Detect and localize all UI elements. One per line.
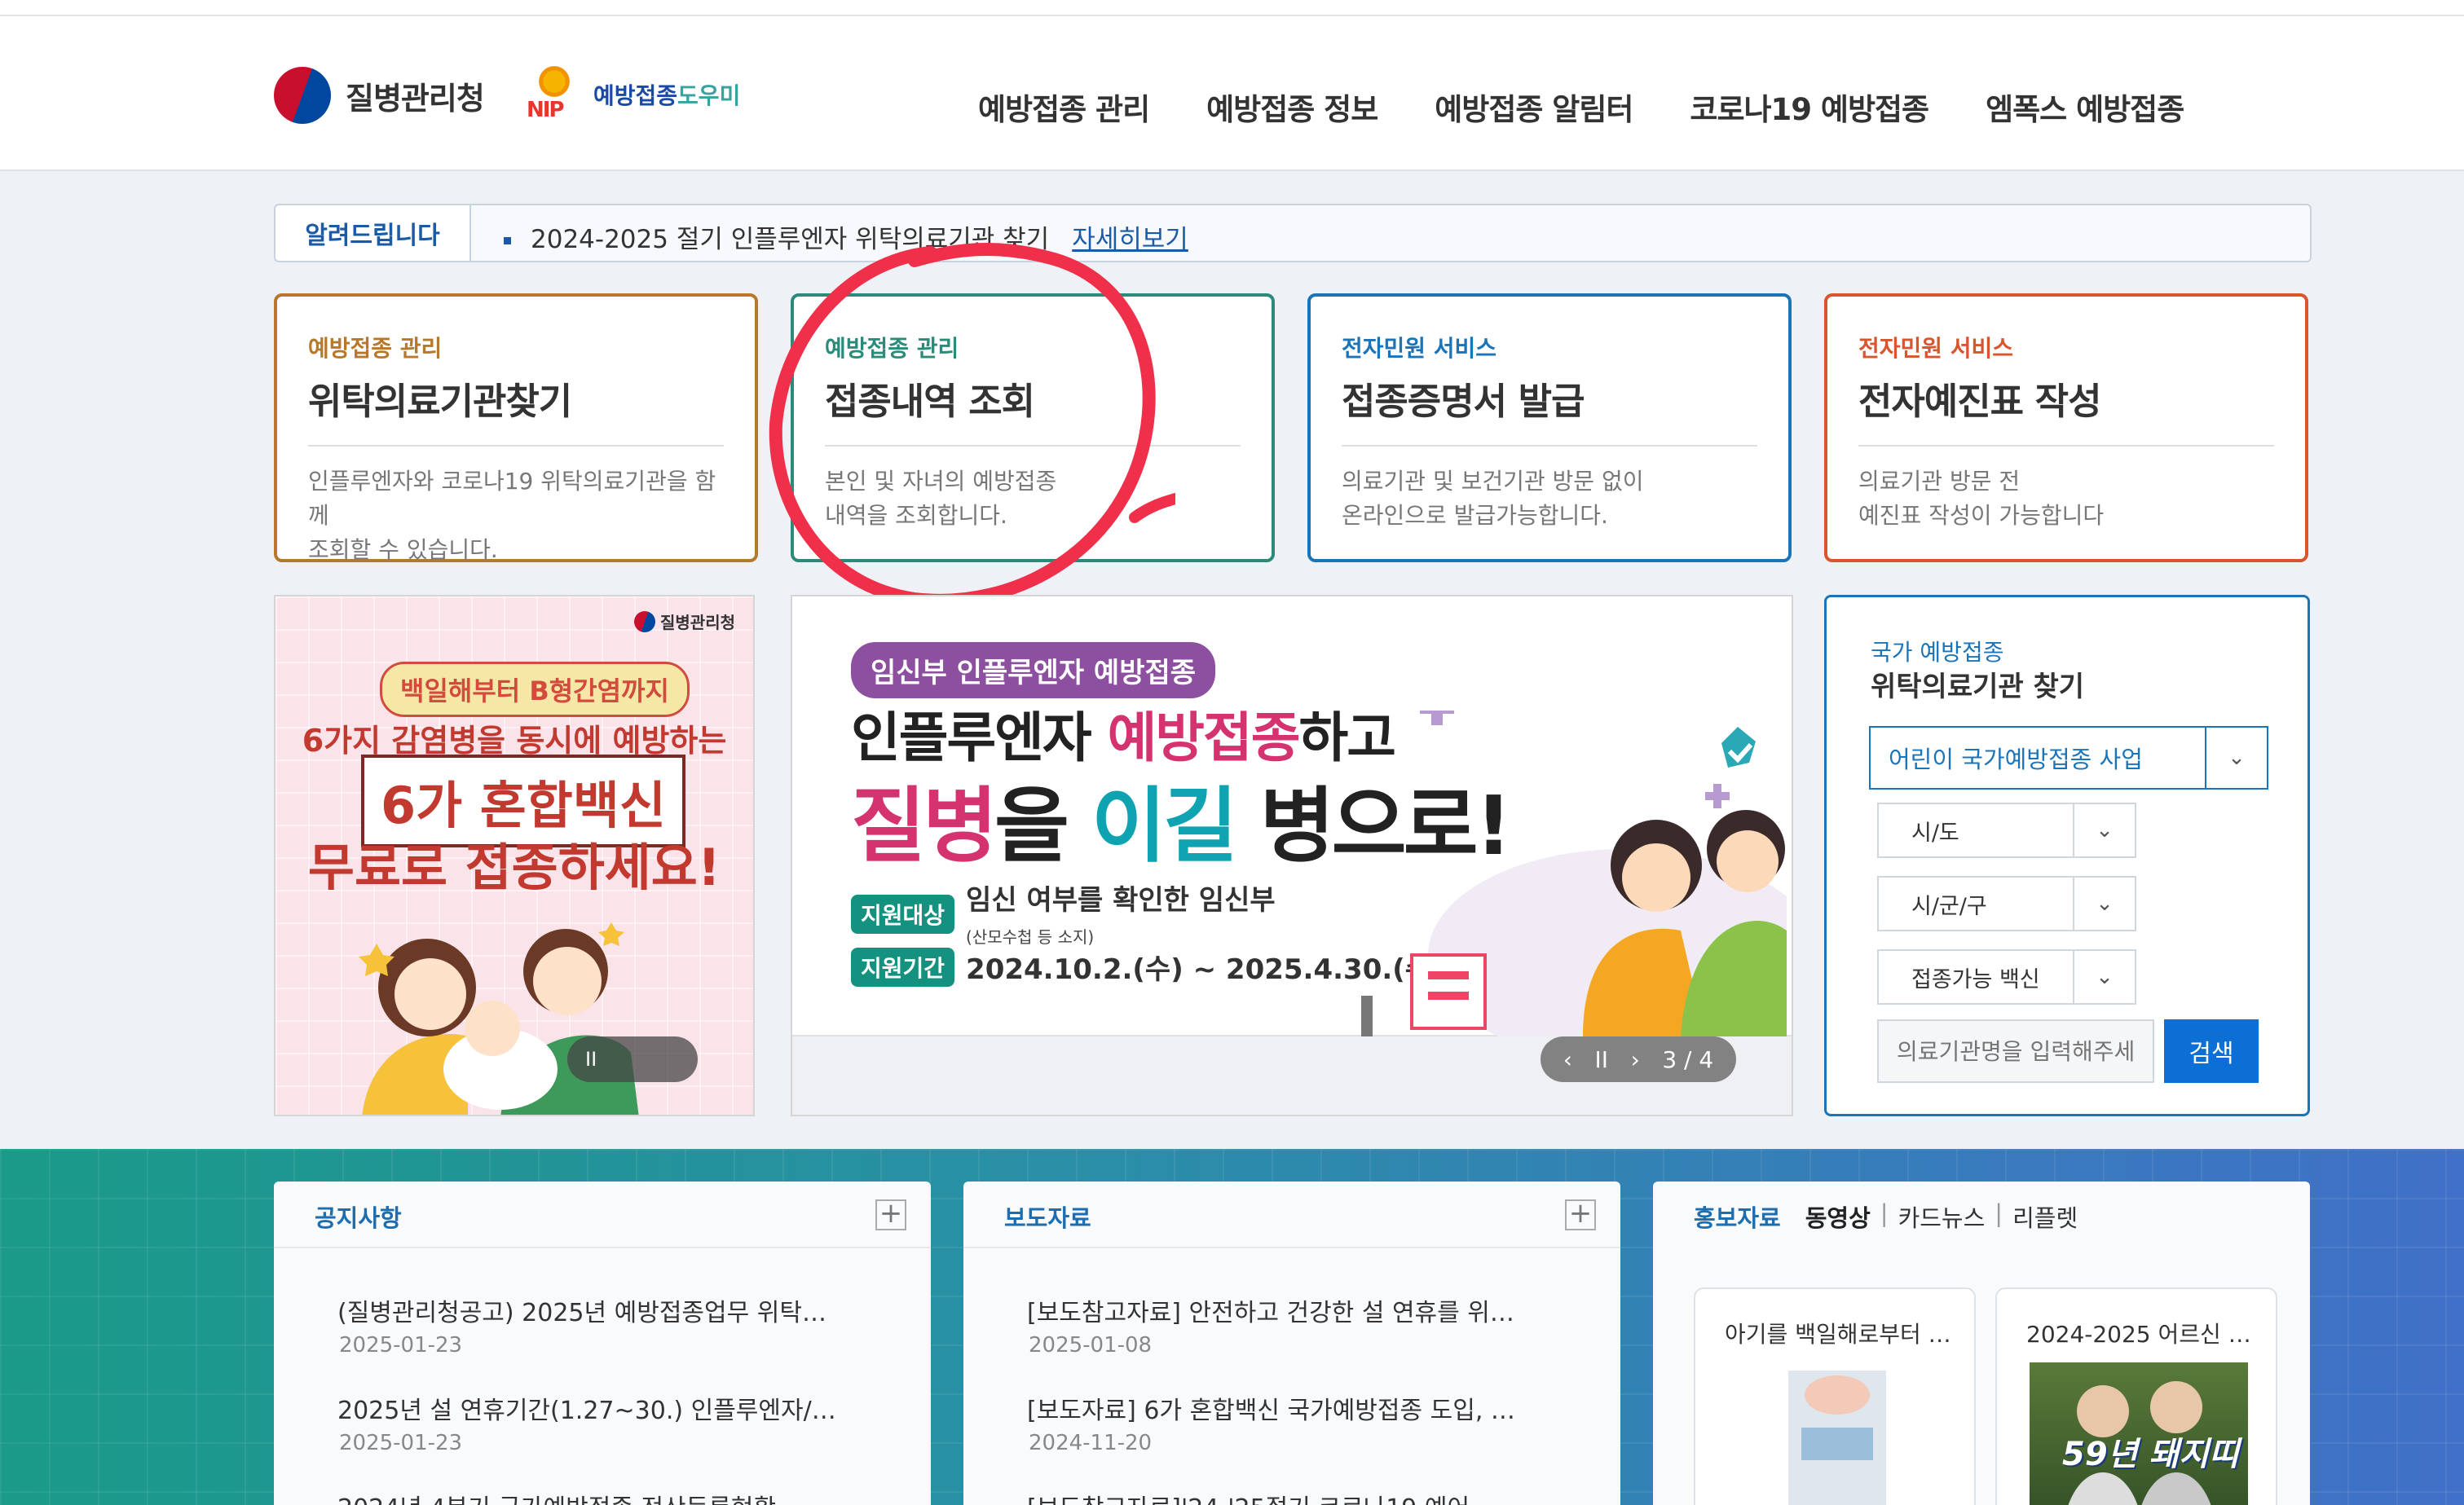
- chevron-down-icon: ⌄: [2205, 728, 2267, 788]
- card-vaccination-history[interactable]: 예방접종 관리 접종내역 조회 본인 및 자녀의 예방접종 내역을 조회합니다.: [791, 293, 1275, 562]
- hexavalent-vaccine-banner[interactable]: 질병관리청 백일해부터 B형간염까지 6가지 감염병을 동시에 예방하는 6가 …: [274, 595, 755, 1116]
- nav-mpox[interactable]: 엠폭스 예방접종: [1986, 85, 2184, 129]
- main-nav: 예방접종 관리 예방접종 정보 예방접종 알림터 코로나19 예방접종 엠폭스 …: [978, 85, 2184, 129]
- card-title: 전자예진표 작성: [1858, 380, 2101, 423]
- board-section: 공지사항 + (질병관리청공고) 2025년 예방접종업무 위탁… 2025-01…: [0, 1149, 2464, 1505]
- support-target: 지원대상 임신 여부를 확인한 임신부 (산모수첩 등 소지): [851, 878, 1276, 950]
- carousel-next-button[interactable]: ›: [1631, 1046, 1640, 1073]
- banner-line2: 6가지 감염병을 동시에 예방하는: [302, 723, 727, 759]
- divider: [1342, 445, 1757, 447]
- nip-logo-text: 예방접종도우미: [593, 82, 741, 109]
- divider: [308, 445, 724, 447]
- card-description: 본인 및 자녀의 예방접종 내역을 조회합니다.: [825, 468, 1057, 529]
- card-description: 의료기관 방문 전 예진표 작성이 가능합니다: [1858, 468, 2105, 529]
- tab-separator: |: [1995, 1199, 2003, 1227]
- carousel-controls: ‹ II › 3 / 4: [1541, 1036, 1736, 1082]
- clinic-search-panel: 국가 예방접종 위탁의료기관 찾기 어린이 국가예방접종 사업 ⌄ 시/도 ⌄ 시/…: [1824, 595, 2310, 1116]
- notice-more-link[interactable]: 자세히보기: [1072, 225, 1188, 254]
- carousel-prev-button[interactable]: ‹: [1563, 1046, 1572, 1073]
- chevron-down-icon: ⌄: [2073, 951, 2135, 1003]
- nav-covid19[interactable]: 코로나19 예방접종: [1690, 85, 1929, 129]
- banner-pill: 백일해부터 B형간염까지: [380, 662, 690, 717]
- vaccine-select[interactable]: 접종가능 백신 ⌄: [1877, 949, 2136, 1005]
- list-item[interactable]: [보도참고자료] 안전하고 건강한 설 연휴를 위… 2025-01-08: [1029, 1292, 1550, 1358]
- list-item[interactable]: 2024년 4분기 국가예방접종 전산등록현황…: [339, 1488, 861, 1505]
- board-title: 보도자료: [1004, 1204, 1091, 1232]
- video-title: 2024-2025 어르신 …: [2026, 1321, 2251, 1348]
- banner-logo: 질병관리청: [634, 609, 735, 633]
- tab-card-news[interactable]: 카드뉴스: [1898, 1199, 1986, 1234]
- banner-tag: 임신부 인플루엔자 예방접종: [851, 642, 1216, 698]
- card-description: 의료기관 및 보건기관 방문 없이 온라인으로 발급가능합니다.: [1342, 468, 1644, 529]
- more-plus-button[interactable]: +: [1565, 1199, 1596, 1230]
- tab-video[interactable]: 동영상: [1805, 1199, 1871, 1234]
- card-description: 인플루엔자와 코로나19 위탁의료기관을 함께 조회할 수 있습니다.: [308, 468, 716, 563]
- divider: [963, 1247, 1620, 1248]
- divider: [825, 445, 1241, 447]
- card-category: 전자민원 서비스: [1858, 335, 2014, 362]
- card-find-clinic[interactable]: 예방접종 관리 위탁의료기관찾기 인플루엔자와 코로나19 위탁의료기관을 함께…: [274, 293, 758, 563]
- press-board: 보도자료 + [보도참고자료] 안전하고 건강한 설 연휴를 위… 2025-01…: [963, 1182, 1620, 1505]
- taeguk-icon: [274, 67, 331, 124]
- carousel-pause-button[interactable]: II: [1595, 1046, 1609, 1073]
- chevron-down-icon: ⌄: [2073, 878, 2135, 930]
- card-category: 전자민원 서비스: [1342, 335, 1497, 362]
- taeguk-icon: [634, 610, 655, 632]
- kdca-logo[interactable]: 질병관리청: [274, 67, 485, 124]
- video-thumbnail: 59년 돼지띠: [2030, 1362, 2248, 1505]
- card-category: 예방접종 관리: [308, 335, 443, 362]
- promo-board: 홍보자료 동영상 | 카드뉴스 | 리플렛 아기를 백일해로부터 … 2024-…: [1653, 1182, 2310, 1505]
- pregnant-flu-banner[interactable]: 임신부 인플루엔자 예방접종 인플루엔자 예방접종하고 질병을 이길 병으로! …: [791, 595, 1793, 1116]
- video-title: 아기를 백일해로부터 …: [1725, 1321, 1951, 1348]
- card-title: 접종내역 조회: [825, 380, 1035, 423]
- nav-vaccination-notice[interactable]: 예방접종 알림터: [1435, 85, 1633, 129]
- card-certificate[interactable]: 전자민원 서비스 접종증명서 발급 의료기관 및 보건기관 방문 없이 온라인으로…: [1307, 293, 1792, 562]
- banner-pause-button[interactable]: II: [567, 1036, 698, 1082]
- search-title: 위탁의료기관 찾기: [1871, 671, 2085, 703]
- couple-illustration: [1361, 711, 1787, 1036]
- card-title: 접종증명서 발급: [1342, 380, 1585, 423]
- site-header: 질병관리청 NIP 예방접종도우미 예방접종 관리 예방접종 정보 예방접종 알…: [0, 16, 2464, 171]
- top-strip: [0, 0, 2464, 16]
- more-plus-button[interactable]: +: [875, 1199, 906, 1230]
- carousel-counter: 3 / 4: [1662, 1045, 1714, 1073]
- video-card[interactable]: 아기를 백일해로부터 …: [1694, 1287, 1976, 1505]
- sigungu-select[interactable]: 시/군/구 ⌄: [1877, 876, 2136, 931]
- search-button[interactable]: 검색: [2164, 1019, 2259, 1083]
- list-item[interactable]: [보도참고자료]'24-'25절기 코로나19 예어…: [1029, 1488, 1550, 1505]
- clinic-name-input[interactable]: [1877, 1019, 2154, 1083]
- notice-message: 2024-2025 절기 인플루엔자 위탁의료기관 찾기 자세히보기: [504, 218, 1188, 255]
- video-thumbnail: [1728, 1362, 1946, 1505]
- divider: [1858, 445, 2274, 447]
- card-e-questionnaire[interactable]: 전자민원 서비스 전자예진표 작성 의료기관 방문 전 예진표 작성이 가능합니다: [1824, 293, 2308, 562]
- card-category: 예방접종 관리: [825, 335, 959, 362]
- video-card[interactable]: 2024-2025 어르신 … 59년 돼지띠: [1995, 1287, 2277, 1505]
- card-title: 위탁의료기관찾기: [308, 380, 572, 423]
- tab-separator: |: [1880, 1199, 1889, 1227]
- list-item[interactable]: (질병관리청공고) 2025년 예방접종업무 위탁… 2025-01-23: [339, 1292, 861, 1358]
- promo-tabs: 홍보자료 동영상 | 카드뉴스 | 리플렛: [1694, 1199, 2078, 1234]
- family-illustration: [359, 922, 639, 1115]
- notice-tag: 알려드립니다: [275, 205, 471, 261]
- tab-leaflet[interactable]: 리플렛: [2012, 1199, 2078, 1234]
- nip-sun-icon: NIP: [523, 62, 585, 127]
- board-title: 공지사항: [315, 1204, 402, 1232]
- promo-title: 홍보자료: [1694, 1204, 1781, 1232]
- banner-line4: 무료로 접종하세요!: [307, 838, 721, 897]
- divider: [274, 1247, 931, 1248]
- sido-select[interactable]: 시/도 ⌄: [1877, 803, 2136, 858]
- thumbnail-caption: 59년 돼지띠: [2062, 1436, 2239, 1473]
- search-category: 국가 예방접종: [1871, 639, 2004, 666]
- kdca-logo-text: 질병관리청: [346, 80, 485, 117]
- nav-vaccination-info[interactable]: 예방접종 정보: [1206, 85, 1378, 129]
- nav-vaccination-management[interactable]: 예방접종 관리: [978, 85, 1150, 129]
- list-item[interactable]: [보도자료] 6가 혼합백신 국가예방접종 도입, … 2024-11-20: [1029, 1390, 1550, 1455]
- program-select[interactable]: 어린이 국가예방접종 사업 ⌄: [1869, 726, 2268, 790]
- notice-bar: 알려드립니다 2024-2025 절기 인플루엔자 위탁의료기관 찾기 자세히보기: [274, 204, 2312, 262]
- chevron-down-icon: ⌄: [2073, 804, 2135, 856]
- nip-logo[interactable]: NIP 예방접종도우미: [523, 62, 740, 127]
- notice-board: 공지사항 + (질병관리청공고) 2025년 예방접종업무 위탁… 2025-01…: [274, 1182, 931, 1505]
- list-item[interactable]: 2025년 설 연휴기간(1.27~30.) 인플루엔자/… 2025-01-23: [339, 1390, 861, 1455]
